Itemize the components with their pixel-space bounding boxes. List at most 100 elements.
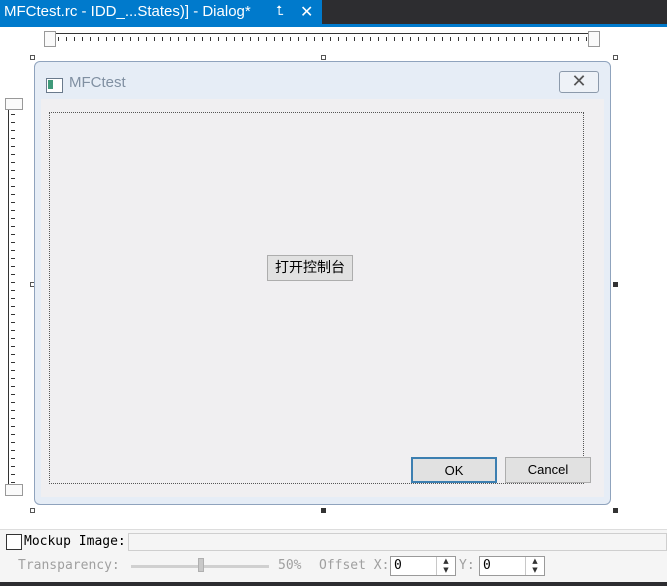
transparency-slider-thumb[interactable] — [198, 558, 204, 572]
ruler-tick — [586, 37, 587, 41]
ruler-tick — [370, 37, 371, 41]
ruler-tick — [11, 178, 15, 179]
ruler-tick — [362, 37, 363, 41]
offset-y-spinner[interactable]: ▲ ▼ — [525, 557, 544, 575]
resize-handle-top-left[interactable] — [30, 55, 35, 60]
ruler-tick — [426, 37, 427, 41]
ruler-tick — [242, 37, 243, 41]
ruler-tick — [11, 330, 15, 331]
ruler-tick — [11, 458, 15, 459]
ruler-tick — [11, 298, 15, 299]
vertical-ruler — [5, 98, 23, 496]
ruler-tick — [170, 37, 171, 41]
ruler-top-handle[interactable] — [5, 98, 23, 110]
offset-y-label: Y: — [459, 558, 475, 573]
ruler-tick — [11, 186, 15, 187]
ruler-tick — [66, 37, 67, 41]
ruler-tick — [11, 322, 15, 323]
ruler-tick — [11, 314, 15, 315]
ruler-tick — [234, 37, 235, 41]
ruler-left-handle[interactable] — [44, 31, 56, 47]
ruler-tick — [258, 37, 259, 41]
ruler-tick — [11, 418, 15, 419]
dialog-window[interactable]: MFCtest ✕ 打开控制台 OK Cancel — [34, 61, 611, 505]
close-icon[interactable]: ✕ — [300, 0, 313, 24]
ruler-tick — [11, 466, 15, 467]
ruler-tick — [490, 37, 491, 41]
resize-handle-bottom-right[interactable] — [613, 508, 618, 513]
transparency-value: 50% — [278, 558, 302, 573]
ruler-tick — [322, 37, 323, 41]
ruler-tick — [11, 250, 15, 251]
mockup-image-path-field[interactable] — [128, 533, 667, 551]
ruler-tick — [11, 338, 15, 339]
horizontal-ruler — [44, 31, 600, 47]
ruler-tick — [11, 386, 15, 387]
dialog-titlebar: MFCtest ✕ — [35, 62, 610, 98]
ruler-tick — [570, 37, 571, 41]
document-tab-bar: MFCtest.rc - IDD_...States)] - Dialog* ⮤… — [0, 0, 667, 24]
ruler-tick — [11, 218, 15, 219]
ruler-tick — [410, 37, 411, 41]
document-tab-title: MFCtest.rc - IDD_...States)] - Dialog* — [4, 3, 251, 20]
ruler-tick — [346, 37, 347, 41]
ruler-tick — [154, 37, 155, 41]
dialog-close-button[interactable]: ✕ — [559, 71, 599, 93]
ruler-tick — [434, 37, 435, 41]
ruler-tick — [178, 37, 179, 41]
ruler-tick — [11, 354, 15, 355]
open-console-button[interactable]: 打开控制台 — [267, 255, 353, 281]
ruler-tick — [130, 37, 131, 41]
ruler-tick — [11, 426, 15, 427]
ruler-tick — [11, 282, 15, 283]
ruler-tick — [11, 146, 15, 147]
ruler-tick — [11, 242, 15, 243]
status-strip — [0, 582, 667, 586]
resize-handle-bottom-left[interactable] — [30, 508, 35, 513]
ruler-bottom-handle[interactable] — [5, 484, 23, 496]
ruler-tick — [522, 37, 523, 41]
ruler-tick — [514, 37, 515, 41]
ruler-tick — [11, 370, 15, 371]
ruler-tick — [11, 482, 15, 483]
pin-icon[interactable]: ⮤ — [276, 0, 284, 24]
ruler-tick — [11, 434, 15, 435]
ruler-tick — [11, 402, 15, 403]
ruler-tick — [202, 37, 203, 41]
ruler-tick — [11, 378, 15, 379]
ok-button[interactable]: OK — [411, 457, 497, 483]
ruler-tick — [11, 202, 15, 203]
resize-handle-right[interactable] — [613, 282, 618, 287]
resize-handle-top[interactable] — [321, 55, 326, 60]
ruler-tick — [538, 37, 539, 41]
ruler-tick — [11, 154, 15, 155]
resize-handle-bottom[interactable] — [321, 508, 326, 513]
document-tab[interactable]: MFCtest.rc - IDD_...States)] - Dialog* ⮤… — [0, 0, 322, 24]
layout-guides — [49, 112, 584, 484]
ruler-tick — [546, 37, 547, 41]
ruler-tick — [402, 37, 403, 41]
close-icon: ✕ — [571, 71, 587, 92]
ruler-tick — [498, 37, 499, 41]
ruler-tick — [338, 37, 339, 41]
ruler-tick — [11, 394, 15, 395]
ruler-tick — [186, 37, 187, 41]
ruler-tick — [11, 234, 15, 235]
mockup-image-label: Mockup Image: — [24, 534, 126, 549]
ruler-tick — [11, 258, 15, 259]
ruler-tick — [106, 37, 107, 41]
ruler-tick — [11, 410, 15, 411]
ruler-tick — [138, 37, 139, 41]
resize-handle-top-right[interactable] — [613, 55, 618, 60]
offset-x-input[interactable]: 0 ▲ ▼ — [390, 556, 456, 576]
offset-y-input[interactable]: 0 ▲ ▼ — [479, 556, 545, 576]
ruler-tick — [90, 37, 91, 41]
ruler-right-handle[interactable] — [588, 31, 600, 47]
mockup-image-checkbox[interactable] — [6, 534, 22, 550]
offset-x-spinner[interactable]: ▲ ▼ — [436, 557, 455, 575]
ruler-tick — [306, 37, 307, 41]
ruler-tick — [250, 37, 251, 41]
ruler-tick — [11, 346, 15, 347]
cancel-button[interactable]: Cancel — [505, 457, 591, 483]
ruler-tick — [218, 37, 219, 41]
